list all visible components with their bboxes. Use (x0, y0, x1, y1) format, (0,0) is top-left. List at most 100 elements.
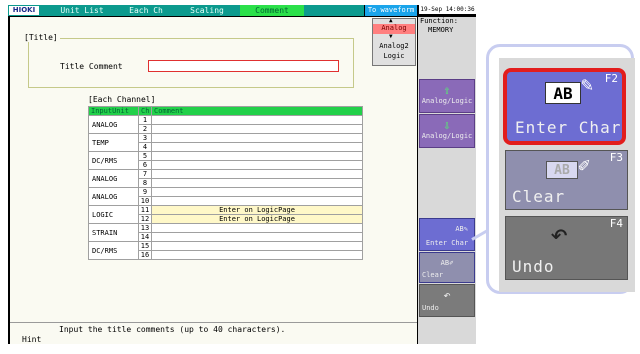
input-unit-cell: DC/RMS (88, 241, 139, 260)
datetime-display: 19-Sep 14:00:36 (419, 5, 476, 14)
channel-comment-table: InputUnit Ch Comment ANALOG 1 2 TEMP 3 4 DC/RM… (88, 106, 363, 260)
eraser-icon: ✐ (578, 153, 591, 177)
channel-number-cell: 6 (138, 160, 152, 170)
table-row[interactable]: ANALOG 7 (88, 169, 363, 188)
analog-logic-label-2: Analog/Logic (421, 132, 473, 140)
function-label: Function: (420, 17, 458, 25)
undo-button[interactable]: ↶ Undo (419, 284, 475, 317)
channel-number-cell: 15 (138, 241, 152, 251)
each-channel-header: [Each Channel] (88, 95, 156, 104)
channel-comment-cell[interactable] (151, 151, 363, 161)
channel-number-cell: 13 (138, 223, 152, 233)
table-row[interactable]: DC/RMS 15 (88, 241, 363, 260)
channel-number-cell: 1 (138, 115, 152, 125)
channel-comment-cell[interactable] (151, 223, 363, 233)
analog-option[interactable]: Analog (373, 24, 415, 34)
channel-number-cell: 2 (138, 124, 152, 134)
channel-number-cell: 4 (138, 142, 152, 152)
zoom-f3-key: F3 (609, 151, 623, 164)
zoom-enter-char-label: Enter Char (515, 118, 622, 137)
hioki-logo: HIOKI (9, 6, 39, 15)
function-value: MEMORY (428, 26, 454, 34)
title-section-header: [Title] (22, 33, 60, 42)
analog-logic-up-button[interactable]: ⇧ Analog/Logic (419, 79, 475, 113)
channel-comment-cell[interactable] (151, 232, 363, 242)
channel-number-cell: 12 (138, 214, 152, 224)
column-header-ch: Ch (138, 106, 152, 116)
channel-number-cell: 14 (138, 232, 152, 242)
channel-comment-cell[interactable] (151, 169, 363, 179)
function-display: Function: MEMORY (420, 17, 458, 35)
clear-label: Clear (422, 271, 444, 279)
ab-text-faded-icon: AB (546, 161, 578, 179)
pencil-icon: ✎ (581, 72, 594, 96)
table-row[interactable]: ANALOG 1 (88, 115, 363, 134)
channel-number-cell: 16 (138, 250, 152, 260)
channel-number-cell: 10 (138, 196, 152, 206)
zoom-f2-key: F2 (604, 72, 618, 85)
channel-comment-cell[interactable] (151, 142, 363, 152)
zoom-undo-label: Undo (512, 257, 555, 276)
tab-comment[interactable]: Comment (240, 5, 304, 16)
undo-label: Undo (422, 304, 439, 312)
up-arrow-icon[interactable]: ▲ (389, 17, 393, 24)
table-row[interactable]: ANALOG 9 (88, 187, 363, 206)
undo-arrow-icon: ↶ (550, 217, 569, 252)
undo-icon: ↶ (443, 288, 451, 302)
tab-scaling[interactable]: Scaling (178, 5, 236, 16)
analog2-option[interactable]: Analog2 (373, 42, 415, 52)
channel-comment-cell[interactable] (151, 250, 363, 260)
input-unit-cell: LOGIC (88, 205, 139, 224)
channel-comment-cell[interactable] (151, 160, 363, 170)
clear-button[interactable]: AB✐ Clear (419, 252, 475, 283)
table-row[interactable]: LOGIC 11 Enter on LogicPage (88, 205, 363, 224)
channel-comment-cell[interactable]: Enter on LogicPage (151, 214, 363, 224)
channel-comment-cell[interactable]: Enter on LogicPage (151, 205, 363, 215)
channel-number-cell: 11 (138, 205, 152, 215)
input-unit-cell: TEMP (88, 133, 139, 152)
hint-text: Input the title comments (up to 40 chara… (59, 325, 286, 334)
input-unit-cell: DC/RMS (88, 151, 139, 170)
channel-number-cell: 5 (138, 151, 152, 161)
zoom-f4-key: F4 (609, 217, 623, 230)
channel-number-cell: 7 (138, 169, 152, 179)
channel-comment-cell[interactable] (151, 241, 363, 251)
column-header-inputunit: InputUnit (88, 106, 139, 116)
table-row[interactable]: DC/RMS 5 (88, 151, 363, 170)
input-unit-cell: ANALOG (88, 169, 139, 188)
analog-logic-down-button[interactable]: ⇩ Analog/Logic (419, 114, 475, 148)
channel-comment-cell[interactable] (151, 196, 363, 206)
clear-icon: AB✐ (440, 259, 454, 267)
input-unit-cell: ANALOG (88, 187, 139, 206)
ab-text-icon: AB (545, 82, 581, 104)
channel-comment-cell[interactable] (151, 187, 363, 197)
enter-char-label: Enter Char (425, 239, 469, 247)
channel-comment-cell[interactable] (151, 178, 363, 188)
arrow-down-icon: ⇩ (443, 118, 451, 132)
enter-char-icon: AB✎ (455, 225, 468, 233)
down-arrow-icon[interactable]: ▼ (389, 33, 393, 40)
arrow-up-icon: ⇧ (443, 83, 451, 97)
channel-number-cell: 8 (138, 178, 152, 188)
tab-each-ch[interactable]: Each Ch (118, 5, 174, 16)
zoom-clear-label: Clear (512, 187, 566, 206)
channel-comment-cell[interactable] (151, 115, 363, 125)
zoom-undo-button[interactable]: F4 ↶ Undo (505, 216, 628, 280)
column-header-comment: Comment (151, 106, 363, 116)
title-comment-label: Title Comment (60, 62, 123, 71)
enter-char-button[interactable]: AB✎ Enter Char (419, 218, 475, 251)
zoom-enter-char-button[interactable]: F2 AB ✎ Enter Char (503, 68, 626, 145)
logic-option[interactable]: Logic (373, 52, 415, 62)
input-unit-cell: ANALOG (88, 115, 139, 134)
zoom-clear-button[interactable]: F3 AB ✐ Clear (505, 150, 628, 210)
channel-comment-cell[interactable] (151, 133, 363, 143)
tab-unit-list[interactable]: Unit List (52, 5, 112, 16)
channel-number-cell: 9 (138, 187, 152, 197)
channel-comment-cell[interactable] (151, 124, 363, 134)
to-waveform-button[interactable]: To waveform (365, 5, 417, 16)
title-comment-input[interactable] (148, 60, 339, 72)
table-row[interactable]: TEMP 3 (88, 133, 363, 152)
table-row[interactable]: STRAIN 13 (88, 223, 363, 242)
input-unit-cell: STRAIN (88, 223, 139, 242)
hint-label: Hint (22, 335, 42, 344)
